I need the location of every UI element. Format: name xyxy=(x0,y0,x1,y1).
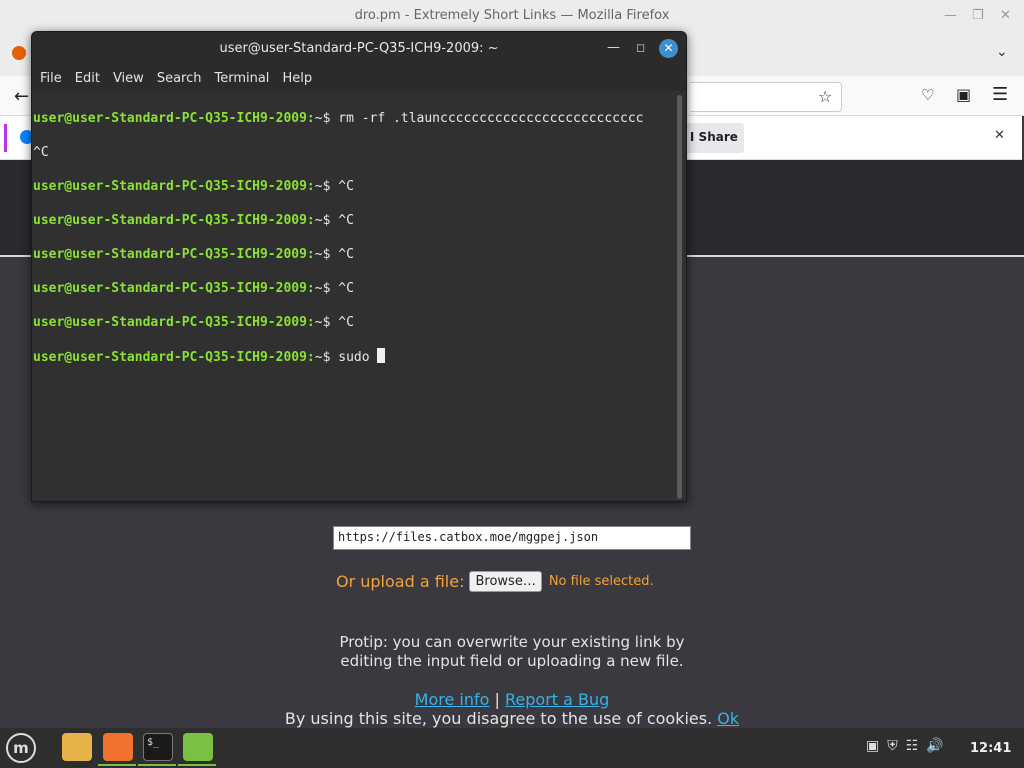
terminal-line: user@user-Standard-PC-Q35-ICH9-2009:~$ s… xyxy=(33,348,673,366)
tab-list-chevron-icon[interactable]: ⌄ xyxy=(996,44,1008,60)
upload-row: Or upload a file: Browse… No file select… xyxy=(336,571,654,592)
terminal-prompt: user@user-Standard-PC-Q35-ICH9-2009: xyxy=(33,281,315,296)
menu-search[interactable]: Search xyxy=(157,65,202,91)
terminal-line: user@user-Standard-PC-Q35-ICH9-2009:~$ r… xyxy=(33,110,673,127)
terminal-path: ~$ xyxy=(314,111,331,126)
taskbar-clock[interactable]: 12:41 xyxy=(970,741,1011,756)
back-arrow-icon[interactable]: ← xyxy=(14,86,29,107)
mint-menu-icon[interactable]: m xyxy=(6,733,36,763)
terminal-maximize-icon[interactable]: ◻ xyxy=(636,41,645,54)
terminal-menubar: File Edit View Search Terminal Help xyxy=(32,65,686,91)
maximize-icon[interactable]: ❐ xyxy=(972,8,984,23)
firefox-titlebar: dro.pm - Extremely Short Links — Mozilla… xyxy=(0,0,1024,34)
terminal-prompt: user@user-Standard-PC-Q35-ICH9-2009: xyxy=(33,350,315,365)
terminal-command: ^C xyxy=(330,179,354,194)
menu-view[interactable]: View xyxy=(113,65,144,91)
report-bug-link[interactable]: Report a Bug xyxy=(505,690,609,709)
browse-button[interactable]: Browse… xyxy=(469,571,542,592)
terminal-titlebar[interactable]: user@user-Standard-PC-Q35-ICH9-2009: ~ —… xyxy=(32,32,686,65)
files-icon[interactable] xyxy=(62,733,92,761)
terminal-prompt: user@user-Standard-PC-Q35-ICH9-2009: xyxy=(33,247,315,262)
notification-accent xyxy=(4,124,7,152)
firefox-running-indicator xyxy=(98,764,136,766)
menu-help[interactable]: Help xyxy=(282,65,312,91)
menu-edit[interactable]: Edit xyxy=(75,65,100,91)
terminal-output[interactable]: user@user-Standard-PC-Q35-ICH9-2009:~$ r… xyxy=(33,93,673,498)
terminal-cursor xyxy=(377,348,386,363)
more-info-link[interactable]: More info xyxy=(415,690,490,709)
terminal-scrollbar[interactable] xyxy=(677,95,682,499)
cookie-ok-link[interactable]: Ok xyxy=(717,709,739,728)
pocket-icon[interactable]: ♡ xyxy=(921,86,934,104)
terminal-prompt: user@user-Standard-PC-Q35-ICH9-2009: xyxy=(33,111,315,126)
terminal-command: ^C xyxy=(330,213,354,228)
terminal-line: user@user-Standard-PC-Q35-ICH9-2009:~$ ^… xyxy=(33,246,673,263)
terminal-prompt: user@user-Standard-PC-Q35-ICH9-2009: xyxy=(33,315,315,330)
terminal-command: ^C xyxy=(330,281,354,296)
terminal-command: sudo xyxy=(330,350,378,365)
terminal-path: ~$ xyxy=(314,213,331,228)
menu-file[interactable]: File xyxy=(40,65,62,91)
protip-line: Protip: you can overwrite your existing … xyxy=(339,633,685,651)
system-tray: ▣⛨☷🔊 xyxy=(866,738,952,754)
link-separator: | xyxy=(494,690,500,709)
terminal-prompt: user@user-Standard-PC-Q35-ICH9-2009: xyxy=(33,213,315,228)
cookie-text: By using this site, you disagree to the … xyxy=(284,709,713,728)
update-tray-icon[interactable]: ▣ xyxy=(866,738,887,754)
terminal-line: user@user-Standard-PC-Q35-ICH9-2009:~$ ^… xyxy=(33,314,673,331)
protip-text: Protip: you can overwrite your existing … xyxy=(312,633,712,671)
url-bar[interactable]: ☆ xyxy=(690,82,842,112)
update-running-indicator xyxy=(178,764,216,766)
terminal-close-icon[interactable]: ✕ xyxy=(659,39,678,58)
terminal-path: ~$ xyxy=(314,350,331,365)
volume-icon[interactable]: 🔊 xyxy=(926,738,951,754)
terminal-window[interactable]: user@user-Standard-PC-Q35-ICH9-2009: ~ —… xyxy=(31,31,687,502)
terminal-line: user@user-Standard-PC-Q35-ICH9-2009:~$ ^… xyxy=(33,178,673,195)
cookie-notice: By using this site, you disagree to the … xyxy=(200,709,824,728)
terminal-line: user@user-Standard-PC-Q35-ICH9-2009:~$ ^… xyxy=(33,212,673,229)
link-input[interactable]: https://files.catbox.moe/mggpej.json xyxy=(333,526,691,550)
terminal-path: ~$ xyxy=(314,281,331,296)
protip-line: editing the input field or uploading a n… xyxy=(340,652,684,670)
extensions-icon[interactable]: ▣ xyxy=(956,85,971,104)
terminal-command: rm -rf .tlauncccccccccccccccccccccccccc xyxy=(330,111,644,126)
terminal-path: ~$ xyxy=(314,247,331,262)
firefox-tab-icon[interactable] xyxy=(12,46,26,60)
firefox-icon[interactable] xyxy=(103,733,133,761)
notification-close-icon[interactable]: ✕ xyxy=(994,128,1005,143)
terminal-prompt: user@user-Standard-PC-Q35-ICH9-2009: xyxy=(33,179,315,194)
terminal-running-indicator xyxy=(138,764,176,766)
terminal-path: ~$ xyxy=(314,179,331,194)
mint-update-icon[interactable] xyxy=(183,733,213,761)
terminal-path: ~$ xyxy=(314,315,331,330)
shield-icon[interactable]: ⛨ xyxy=(887,738,906,754)
footer-links: More info | Report a Bug xyxy=(312,690,712,709)
no-file-label: No file selected. xyxy=(548,574,654,589)
firefox-window-title: dro.pm - Extremely Short Links — Mozilla… xyxy=(354,8,670,23)
terminal-command: ^C xyxy=(330,247,354,262)
terminal-command: ^C xyxy=(33,145,49,160)
close-icon[interactable]: ✕ xyxy=(1000,8,1011,23)
terminal-icon[interactable]: $_ xyxy=(143,733,173,761)
terminal-minimize-icon[interactable]: — xyxy=(607,40,620,55)
menu-terminal[interactable]: Terminal xyxy=(214,65,269,91)
network-icon[interactable]: ☷ xyxy=(906,738,927,754)
minimize-icon[interactable]: — xyxy=(944,8,957,23)
terminal-command: ^C xyxy=(330,315,354,330)
terminal-line: ^C xyxy=(33,144,673,161)
terminal-line: user@user-Standard-PC-Q35-ICH9-2009:~$ ^… xyxy=(33,280,673,297)
terminal-title: user@user-Standard-PC-Q35-ICH9-2009: ~ xyxy=(219,41,499,56)
menu-hamburger-icon[interactable]: ☰ xyxy=(992,84,1008,105)
upload-label: Or upload a file: xyxy=(336,572,465,591)
bookmark-star-icon[interactable]: ☆ xyxy=(818,87,832,106)
